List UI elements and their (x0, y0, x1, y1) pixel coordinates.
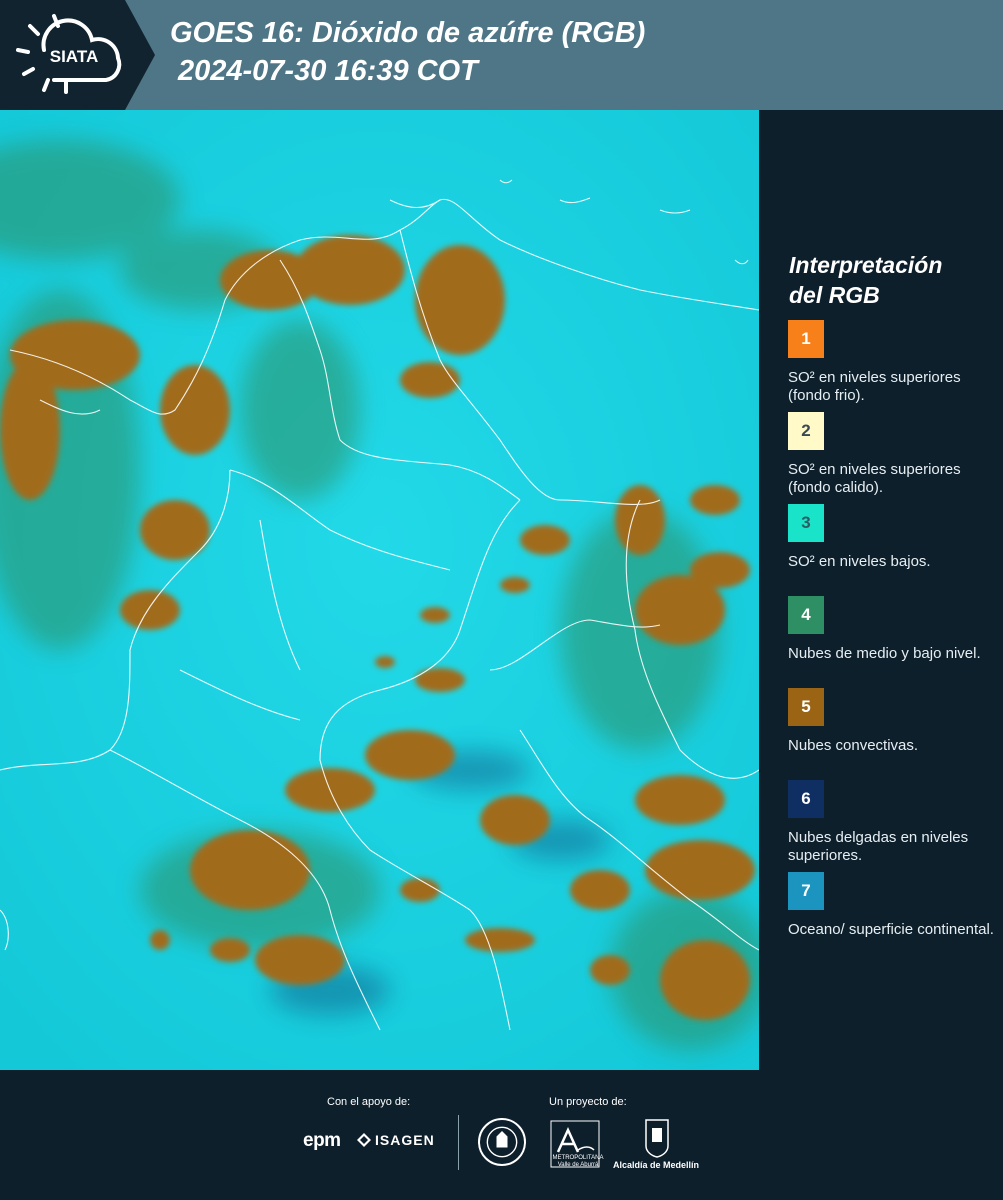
title-line-1: GOES 16: Dióxido de azúfre (RGB) (170, 17, 646, 49)
legend-title-line-2: del RGB (789, 282, 880, 308)
svg-text:SIATA: SIATA (50, 47, 98, 66)
legend-swatch: 7 (788, 872, 824, 910)
legend-item: 5 Nubes convectivas. (788, 688, 998, 780)
isagen-mark-icon (357, 1133, 371, 1147)
legend-description: SO² en niveles superiores (fondo calido)… (788, 461, 961, 496)
project-label: Un proyecto de: (549, 1096, 627, 1108)
legend-description: Nubes delgadas en niveles superiores. (788, 829, 969, 864)
satellite-map (0, 110, 759, 1070)
legend-items: 1 SO² en niveles superiores (fondo frio).… (788, 320, 998, 964)
header-bar: SIATA GOES 16: Dióxido de azúfre (RGB) 2… (0, 0, 1003, 110)
legend-swatch: 1 (788, 320, 824, 358)
epm-logo: epm (303, 1130, 341, 1151)
legend-swatch: 4 (788, 596, 824, 634)
legend-swatch: 6 (788, 780, 824, 818)
legend-swatch: 3 (788, 504, 824, 542)
legend-item: 6 Nubes delgadas en niveles superiores. (788, 780, 998, 872)
medellin-seal-icon (478, 1118, 526, 1166)
logo-block: SIATA (0, 0, 155, 110)
area-metropolitana-text: METROPOLITANA Valle de Aburrá (552, 1155, 604, 1168)
isagen-logo: ISAGEN (357, 1132, 435, 1148)
legend-item: 3 SO² en niveles bajos. (788, 504, 998, 596)
support-label: Con el apoyo de: (327, 1096, 411, 1108)
isagen-text: ISAGEN (375, 1132, 435, 1148)
legend-swatch: 5 (788, 688, 824, 726)
footer-divider (458, 1115, 459, 1170)
legend-title: Interpretación del RGB (789, 250, 942, 310)
alcaldia-text: Alcaldía de Medellín (613, 1160, 700, 1170)
legend-description: Oceano/ superficie continental. (788, 921, 994, 938)
legend-panel: Interpretación del RGB 1 SO² en niveles s… (759, 110, 1003, 1070)
legend-description: SO² en niveles bajos. (788, 553, 931, 570)
legend-description: Nubes de medio y bajo nivel. (788, 645, 981, 662)
siata-logo-icon: SIATA (16, 14, 122, 94)
alcaldia-shield-icon (645, 1119, 669, 1158)
legend-title-line-1: Interpretación (789, 252, 943, 278)
legend-description: SO² en niveles superiores (fondo frio). (788, 369, 961, 404)
title-line-2: 2024-07-30 16:39 COT (178, 55, 478, 87)
legend-item: 1 SO² en niveles superiores (fondo frio). (788, 320, 998, 412)
legend-swatch: 2 (788, 412, 824, 450)
footer: Con el apoyo de: Un proyecto de: epm ISA… (0, 1070, 1003, 1200)
legend-item: 2 SO² en niveles superiores (fondo calido… (788, 412, 998, 504)
legend-item: 4 Nubes de medio y bajo nivel. (788, 596, 998, 688)
page-title: GOES 16: Dióxido de azúfre (RGB) 2024-07… (170, 14, 645, 90)
legend-description: Nubes convectivas. (788, 737, 919, 754)
satellite-image (0, 110, 759, 1070)
legend-item: 7 Oceano/ superficie continental. (788, 872, 998, 964)
